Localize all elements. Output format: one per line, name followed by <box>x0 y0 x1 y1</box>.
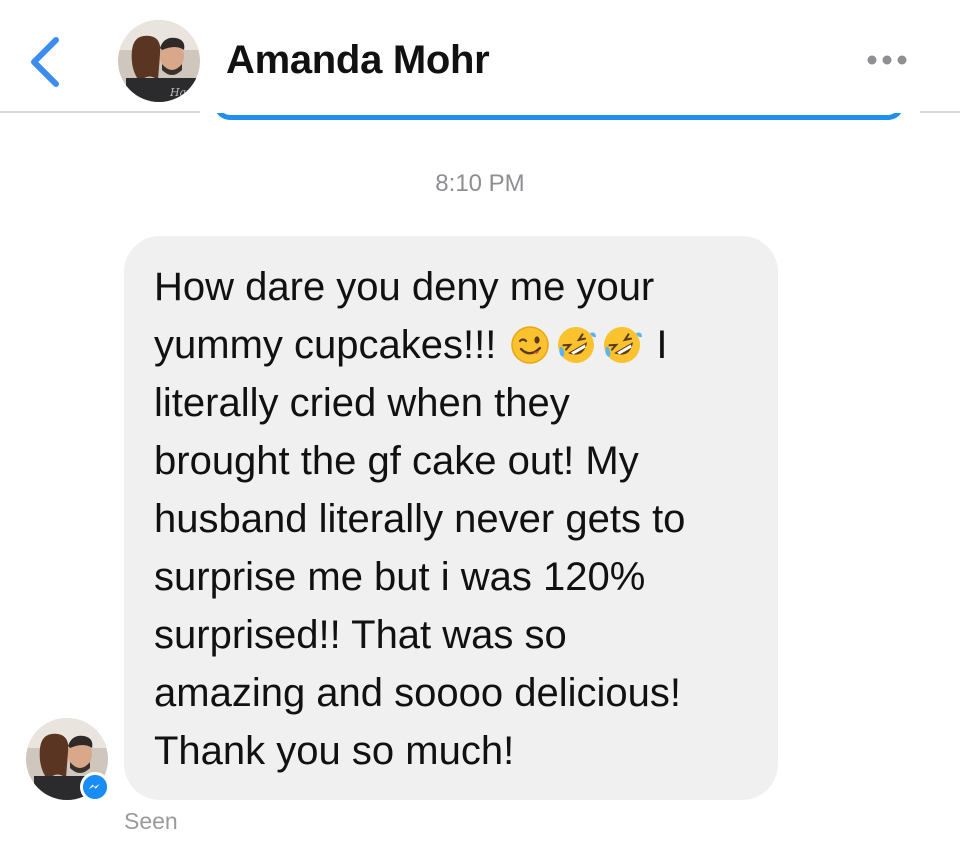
message-line: literally cried when they <box>154 381 570 425</box>
svg-text:Harley: Harley <box>169 86 200 99</box>
message-line: Thank you so much! <box>154 729 515 773</box>
messenger-icon <box>80 772 110 802</box>
message-line: surprise me but i was 120% <box>154 555 646 599</box>
back-chevron-icon[interactable] <box>26 36 66 88</box>
rolling-on-floor-laughing-emoji <box>558 327 597 363</box>
message-line: surprised!! That was so <box>154 613 567 657</box>
seen-status: Seen <box>124 808 178 834</box>
contact-avatar[interactable]: Harley <box>118 20 200 102</box>
message-line: husband literally never gets to <box>154 497 686 541</box>
message-line-text: yummy cupcakes!!! <box>154 323 497 367</box>
header-divider-mask <box>200 100 920 113</box>
message-line: brought the gf cake out! My <box>154 439 639 483</box>
message-line-with-emojis: yummy cupcakes!!! I <box>154 316 748 374</box>
message-line-suffix: I <box>656 323 668 367</box>
more-horizontal-icon[interactable] <box>864 48 910 72</box>
message-timestamp: 8:10 PM <box>435 170 525 197</box>
message-line: How dare you deny me your <box>154 265 655 309</box>
rolling-on-floor-laughing-emoji <box>604 327 643 363</box>
message-bubble[interactable]: How dare you deny me your yummy cupcakes… <box>124 236 778 800</box>
contact-name[interactable]: Amanda Mohr <box>226 38 490 83</box>
chat-header: Harley Amanda Mohr <box>0 0 960 113</box>
winking-face-emoji <box>511 326 550 364</box>
message-line: amazing and soooo delicious! <box>154 671 682 715</box>
